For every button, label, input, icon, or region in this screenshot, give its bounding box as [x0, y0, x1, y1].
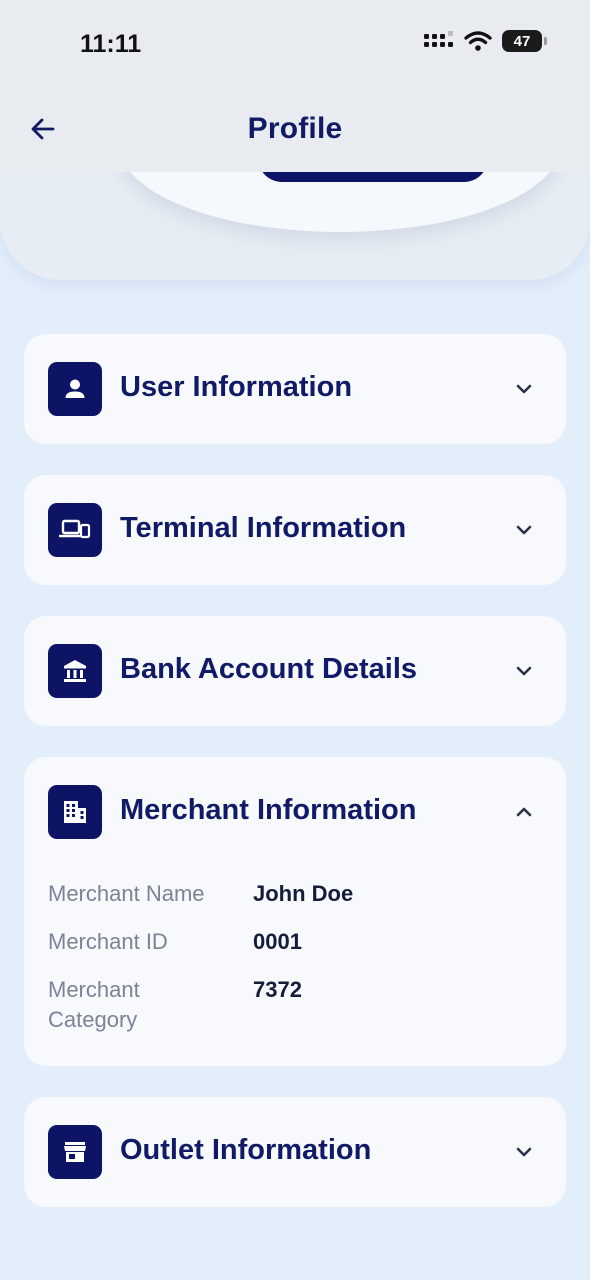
- wifi-icon: [464, 31, 492, 51]
- section-terminal-information: Terminal Information: [24, 475, 566, 585]
- section-bank-account-details: Bank Account Details: [24, 616, 566, 726]
- merchant-id-row: Merchant ID 0001: [48, 927, 538, 961]
- chevron-down-icon[interactable]: [510, 657, 538, 685]
- devices-icon: [48, 503, 102, 557]
- section-outlet-information: Outlet Information: [24, 1097, 566, 1207]
- section-merchant-information: Merchant Information Merchant Name John …: [24, 757, 566, 1066]
- status-icons: 47: [424, 30, 547, 52]
- section-header-merchant-information[interactable]: Merchant Information: [24, 757, 566, 867]
- field-label: Merchant ID: [48, 929, 168, 954]
- merchant-name-row: Merchant Name John Doe: [48, 879, 538, 913]
- merchant-category-row: Merchant Category 7372: [48, 975, 538, 1039]
- top-bar: 11:11 47 Profile: [0, 0, 590, 172]
- battery-icon: 47: [502, 30, 547, 52]
- store-icon: [48, 1125, 102, 1179]
- section-header-terminal-information[interactable]: Terminal Information: [24, 475, 566, 585]
- signal-icon: [424, 31, 453, 47]
- section-user-information: User Information: [24, 334, 566, 444]
- section-title: Outlet Information: [120, 1134, 372, 1166]
- field-label: Merchant Name: [48, 881, 205, 906]
- chevron-down-icon[interactable]: [510, 375, 538, 403]
- section-title: Merchant Information: [120, 794, 417, 826]
- bank-icon: [48, 644, 102, 698]
- chevron-up-icon[interactable]: [510, 798, 538, 826]
- section-header-bank-account-details[interactable]: Bank Account Details: [24, 616, 566, 726]
- field-value: John Doe: [253, 881, 354, 906]
- building-icon: [48, 785, 102, 839]
- section-title: Bank Account Details: [120, 653, 418, 685]
- field-value: 0001: [253, 929, 302, 954]
- field-value: 7372: [253, 977, 302, 1002]
- section-header-outlet-information[interactable]: Outlet Information: [24, 1097, 566, 1207]
- field-label: Merchant Category: [48, 977, 140, 1032]
- section-title: Terminal Information: [120, 512, 407, 544]
- page-title: Profile: [247, 112, 343, 145]
- status-time: 11:11: [80, 30, 142, 58]
- section-header-user-information[interactable]: User Information: [24, 334, 566, 444]
- section-title: User Information: [120, 371, 353, 403]
- chevron-down-icon[interactable]: [510, 1138, 538, 1166]
- person-icon: [48, 362, 102, 416]
- chevron-down-icon[interactable]: [510, 516, 538, 544]
